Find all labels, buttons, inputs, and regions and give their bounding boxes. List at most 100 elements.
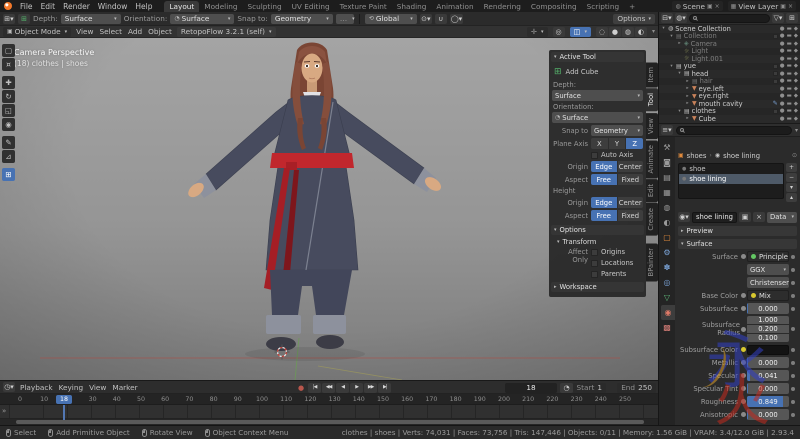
tool-add-cube[interactable]: ⊞ xyxy=(2,168,15,181)
n-panel-tab[interactable]: Animate xyxy=(646,140,658,178)
subsurface-color-swatch[interactable] xyxy=(747,345,789,355)
workspace-tab[interactable]: Scripting xyxy=(582,1,624,12)
disable-viewport-icon[interactable]: ▬ xyxy=(787,101,792,107)
transform-orientation-dropdown[interactable]: ⟲Global xyxy=(365,14,417,24)
options-button[interactable]: Options xyxy=(613,14,655,24)
outliner-row[interactable]: ▾ ▤ Collection ● ▬ ◆ xyxy=(659,33,800,41)
tool-cursor[interactable]: ¤ xyxy=(2,58,15,71)
animate-dot[interactable] xyxy=(791,327,795,331)
outliner-item-name[interactable]: Light.001 xyxy=(691,55,723,63)
btn-jump-end[interactable]: ▶| xyxy=(378,383,391,393)
disclosure-icon[interactable]: ▾ xyxy=(677,71,682,76)
workspace-tab[interactable]: UV Editing xyxy=(287,1,335,12)
retopoflow-menu[interactable]: RetopoFlow 3.2.1 (self) xyxy=(177,27,276,37)
tool-move[interactable]: ✚ xyxy=(2,76,15,89)
tool-rotate[interactable]: ↻ xyxy=(2,90,15,103)
hide-viewport-eye-icon[interactable]: ● xyxy=(780,93,785,99)
n-panel-tab[interactable]: Tool xyxy=(646,88,658,111)
anisotropic-slider[interactable]: 0.000 xyxy=(747,409,789,420)
remove-slot-button[interactable]: − xyxy=(786,173,797,182)
hide-viewport-eye-icon[interactable]: ● xyxy=(780,71,785,77)
disable-viewport-icon[interactable]: ▬ xyxy=(787,116,792,122)
new-scene-icon[interactable]: ▣ xyxy=(707,3,713,10)
timeline-tracks[interactable]: » xyxy=(0,405,658,419)
disable-render-camera-icon[interactable]: ◆ xyxy=(794,56,798,62)
gizmo-toggle-icon[interactable]: ✛ xyxy=(527,27,548,37)
auto-axis-checkbox[interactable] xyxy=(591,152,598,159)
disable-render-camera-icon[interactable]: ◆ xyxy=(794,101,798,107)
disclosure-icon[interactable]: ▸ xyxy=(685,79,690,84)
tool-annotate[interactable]: ✎ xyxy=(2,136,15,149)
outliner-row[interactable]: ▾ ▤ clothes ● ▬ ◆ xyxy=(659,108,800,116)
tab-physics[interactable]: ◎ xyxy=(659,275,675,290)
depth-dropdown[interactable]: Surface xyxy=(61,14,121,24)
disable-render-camera-icon[interactable]: ◆ xyxy=(794,93,798,99)
disable-viewport-icon[interactable]: ▬ xyxy=(787,56,792,62)
tab-view-layer[interactable]: ▦ xyxy=(659,185,675,200)
preview-panel-header[interactable]: ▸Preview xyxy=(678,226,797,236)
orientation-dropdown[interactable]: ◔Surface xyxy=(170,14,234,24)
disable-viewport-icon[interactable]: ▬ xyxy=(787,71,792,77)
aspect-option-button[interactable]: Fixed xyxy=(618,174,644,185)
tool-transform[interactable]: ◉ xyxy=(2,118,15,131)
aspect-option-button[interactable]: Free xyxy=(591,174,618,185)
hide-viewport-eye-icon[interactable]: ● xyxy=(780,101,785,107)
outliner-row[interactable]: ▸ ▼ eye.left ● ▬ ◆ xyxy=(659,85,800,93)
add-slot-button[interactable]: + xyxy=(786,163,797,172)
hide-viewport-eye-icon[interactable]: ● xyxy=(780,108,785,114)
slot-specials-icon[interactable]: ▾ xyxy=(786,183,797,192)
hide-viewport-eye-icon[interactable]: ● xyxy=(780,48,785,54)
outliner-row[interactable]: ▾ ▤ yue ● ▬ ◆ xyxy=(659,63,800,71)
disable-viewport-icon[interactable]: ▬ xyxy=(787,48,792,54)
move-slot-up-button[interactable]: ▴ xyxy=(786,193,797,202)
hide-viewport-eye-icon[interactable]: ● xyxy=(780,26,785,32)
snap-extra-dropdown[interactable]: … xyxy=(336,14,354,24)
disclosure-icon[interactable]: ▸ xyxy=(685,101,690,106)
hide-viewport-eye-icon[interactable]: ● xyxy=(780,33,785,39)
outliner-row[interactable]: ▾ ◍ Scene Collection ● ▬ ◆ xyxy=(659,25,800,33)
preview-range-clock-icon[interactable]: ◔ xyxy=(560,383,573,393)
workspace-tab[interactable]: Shading xyxy=(392,1,432,12)
hide-viewport-eye-icon[interactable]: ● xyxy=(780,78,785,84)
disclosure-icon[interactable]: ▸ xyxy=(685,116,690,121)
animate-dot[interactable] xyxy=(791,348,795,352)
n-panel-tab[interactable]: Edit xyxy=(646,179,658,202)
pin-icon[interactable]: ⊙ xyxy=(792,152,797,159)
options-panel-header[interactable]: ▾Options xyxy=(551,225,644,235)
current-frame-badge[interactable]: 18 xyxy=(56,395,72,404)
exclude-checkbox[interactable] xyxy=(773,34,778,39)
specular-slider[interactable]: 0.041 xyxy=(747,370,789,381)
radius-z-field[interactable]: 0.100 xyxy=(747,334,789,342)
viewport-menu-item[interactable]: Select xyxy=(99,27,122,36)
disclosure-icon[interactable]: ▾ xyxy=(661,26,666,31)
subsurface-method-dropdown[interactable]: Christensen-Burley xyxy=(747,277,789,288)
roughness-slider[interactable]: 0.849 xyxy=(747,396,789,407)
animate-dot[interactable] xyxy=(791,374,795,378)
workspace-tab[interactable]: Texture Paint xyxy=(335,1,392,12)
unlink-scene-icon[interactable]: × xyxy=(715,3,720,10)
tool-measure[interactable]: ⊿ xyxy=(2,150,15,163)
exclude-checkbox[interactable] xyxy=(773,64,778,69)
material-slot[interactable]: ● shoe lining xyxy=(679,174,783,184)
character-mesh[interactable] xyxy=(186,43,444,352)
aspect-option-button[interactable]: Fixed xyxy=(618,210,644,221)
app-menu-item[interactable]: Edit xyxy=(37,2,60,11)
origin-option-button[interactable]: Center xyxy=(618,161,644,172)
outliner-item-name[interactable]: hair xyxy=(700,77,713,85)
outliner-id-icon[interactable]: ◍▾ xyxy=(675,13,687,23)
animate-dot[interactable] xyxy=(791,268,795,272)
surface-shader-field[interactable]: Principled BSDF xyxy=(747,251,789,262)
shading-material-preview[interactable]: ◍ xyxy=(622,27,634,37)
remove-view-layer-icon[interactable]: × xyxy=(788,3,793,10)
outliner-row[interactable]: ▸ ▼ Cube ● ▬ ◆ xyxy=(659,115,800,123)
shading-dropdown-icon[interactable]: ▾ xyxy=(652,28,655,35)
new-collection-icon[interactable]: ⊞ xyxy=(786,13,798,23)
tool-scale[interactable]: ◱ xyxy=(2,104,15,117)
btn-jump-start[interactable]: |◀ xyxy=(308,383,321,393)
aspect-option-button[interactable]: Free xyxy=(591,210,618,221)
outliner-display-mode-icon[interactable]: ⊟▾ xyxy=(661,13,673,23)
outliner-row[interactable]: ▸ ◈ Camera ● ▬ ◆ xyxy=(659,40,800,48)
current-frame-field[interactable]: 18 xyxy=(505,383,557,393)
workspace-tab[interactable]: Animation xyxy=(431,1,478,12)
outliner-search-input[interactable] xyxy=(689,14,770,23)
